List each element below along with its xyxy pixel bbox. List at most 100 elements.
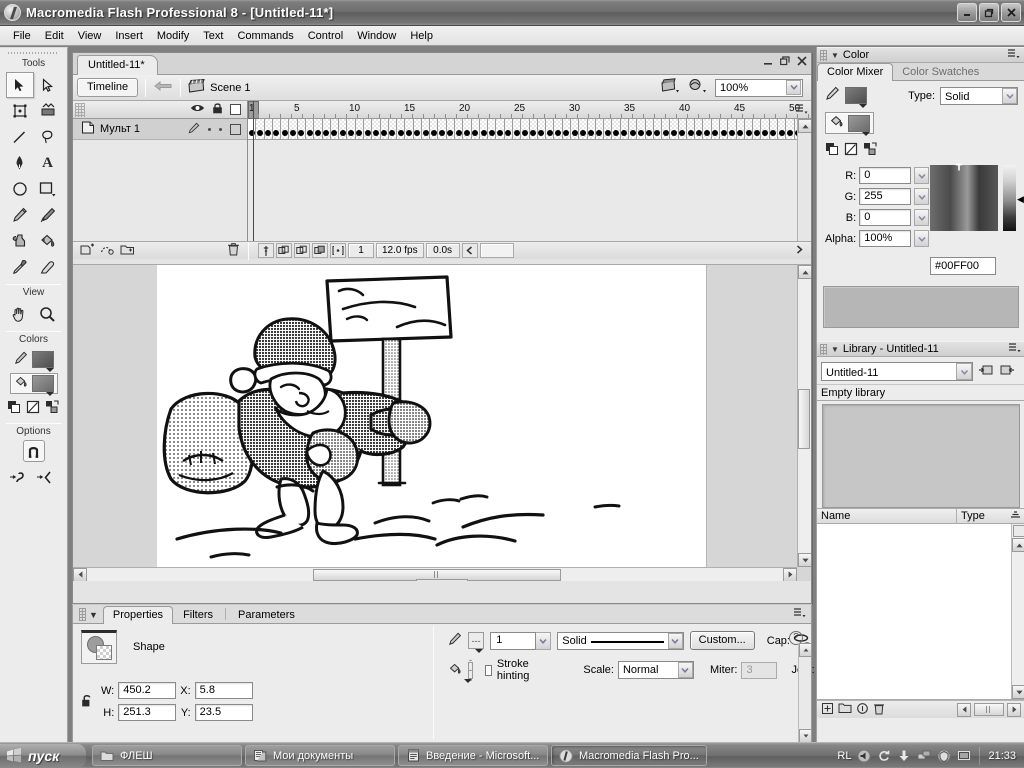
frame-cell[interactable] (363, 119, 373, 140)
frame-cell[interactable] (289, 119, 298, 140)
frame-cell[interactable] (281, 119, 290, 140)
scroll-left-icon[interactable] (73, 567, 87, 581)
frame-cell[interactable] (463, 119, 472, 140)
blue-input[interactable]: 0 (859, 209, 912, 226)
panel-menu-icon[interactable] (1007, 48, 1020, 62)
frame-cell[interactable] (670, 119, 679, 140)
frame-cell[interactable] (645, 119, 654, 140)
frame-cell[interactable] (736, 119, 745, 140)
frame-cell[interactable] (546, 119, 555, 140)
timeline-vertical-scrollbar[interactable] (797, 119, 811, 241)
stroke-width-input[interactable]: 1 (490, 631, 537, 650)
zoom-tool[interactable] (34, 301, 62, 327)
canvas-vscroll-thumb[interactable] (798, 389, 810, 449)
scale-select[interactable]: Normal (617, 661, 694, 679)
stage[interactable] (157, 265, 707, 567)
taskbar-item-macromedia-flash[interactable]: Macromedia Flash Pro... (551, 745, 707, 766)
stroke-style-select[interactable]: Solid (557, 631, 684, 650)
lock-icon[interactable] (212, 102, 223, 117)
frame-cell[interactable] (297, 119, 306, 140)
next-icon[interactable] (1007, 702, 1021, 717)
frame-cell[interactable] (761, 119, 770, 140)
frame-cell[interactable] (272, 119, 282, 140)
straighten-icon[interactable] (36, 470, 58, 488)
panel-menu-icon[interactable] (1008, 342, 1021, 356)
red-input[interactable]: 0 (859, 167, 912, 184)
chevron-down-icon[interactable] (677, 662, 693, 678)
frame-cell[interactable] (397, 119, 406, 140)
update-icon[interactable] (876, 748, 891, 763)
tab-color-swatches[interactable]: Color Swatches (893, 64, 988, 80)
eraser-tool[interactable] (34, 254, 62, 280)
frame-cell[interactable] (628, 119, 638, 140)
menu-window[interactable]: Window (350, 28, 403, 44)
chevron-down-icon[interactable] (536, 631, 552, 650)
frame-cell[interactable] (455, 119, 464, 140)
subselection-tool[interactable] (34, 72, 62, 98)
frame-cell[interactable] (686, 119, 696, 140)
swap-colors-icon[interactable] (45, 400, 60, 417)
layer-visible-dot[interactable] (208, 127, 211, 131)
brightness-strip[interactable] (1003, 165, 1016, 231)
frames-strip[interactable] (248, 119, 811, 140)
frame-cell[interactable] (744, 119, 754, 140)
custom-stroke-button[interactable]: Custom... (689, 631, 755, 650)
tab-parameters[interactable]: Parameters (228, 606, 305, 623)
frame-cell[interactable] (305, 119, 315, 140)
mixer-fill-control[interactable] (825, 112, 874, 136)
restore-icon[interactable] (780, 56, 790, 69)
frame-cell[interactable] (587, 119, 596, 140)
ink-bottle-tool[interactable] (6, 228, 34, 254)
frame-cell[interactable] (438, 119, 447, 140)
frame-cell[interactable] (347, 119, 356, 140)
y-input[interactable]: 23.5 (194, 704, 253, 721)
close-icon[interactable] (797, 56, 807, 69)
panel-grip[interactable] (820, 343, 827, 355)
menu-insert[interactable]: Insert (108, 28, 150, 44)
no-color-icon[interactable] (844, 142, 858, 159)
monitor-icon[interactable] (956, 748, 971, 763)
trash-icon[interactable] (227, 242, 240, 259)
frame-cell[interactable] (479, 119, 489, 140)
sort-order-icon[interactable] (1010, 510, 1024, 523)
snap-to-objects-icon[interactable] (22, 440, 45, 462)
restore-icon[interactable] (979, 3, 999, 22)
fill-color-chip[interactable]: --- (464, 655, 473, 685)
menu-view[interactable]: View (71, 28, 109, 44)
fill-transform-tool[interactable] (34, 98, 62, 124)
triangle-down-icon[interactable]: ▼ (831, 51, 839, 60)
insert-layer-icon[interactable] (80, 243, 95, 259)
panel-menu-icon[interactable] (795, 103, 809, 116)
eye-icon[interactable] (190, 103, 205, 116)
chevron-down-icon[interactable] (914, 230, 930, 247)
paint-bucket-tool[interactable] (34, 228, 62, 254)
network-icon[interactable] (916, 748, 931, 763)
taskbar-item-flesh[interactable]: ФЛЕШ (92, 745, 242, 766)
menu-edit[interactable]: Edit (38, 28, 71, 44)
brush-tool[interactable] (34, 202, 62, 228)
scene-indicator[interactable]: Scene 1 (188, 78, 251, 96)
properties-scrollbar[interactable] (798, 643, 812, 743)
frame-cell[interactable] (570, 119, 580, 140)
fps-field[interactable]: 12.0 fps (376, 243, 424, 258)
new-symbol-icon[interactable] (821, 702, 834, 718)
text-tool[interactable]: A (34, 150, 62, 176)
frame-cell[interactable] (653, 119, 663, 140)
eyedropper-tool[interactable] (6, 254, 34, 280)
onion-skin-icon[interactable] (276, 243, 292, 258)
tab-filters[interactable]: Filters (173, 606, 223, 623)
frame-cell[interactable] (380, 119, 389, 140)
scroll-down-icon[interactable] (799, 729, 812, 743)
frame-cell[interactable] (521, 119, 530, 140)
frame-cell[interactable] (604, 119, 613, 140)
insert-layer-folder-icon[interactable] (120, 243, 135, 259)
triangle-down-icon[interactable]: ▼ (89, 610, 98, 620)
library-list-scrollbar[interactable] (1011, 524, 1024, 699)
library-items-list[interactable] (817, 524, 1024, 700)
fill-type-select[interactable]: Solid (940, 87, 1018, 105)
frame-cell[interactable] (595, 119, 605, 140)
new-folder-icon[interactable] (838, 702, 852, 717)
onion-skin-outlines-icon[interactable] (294, 243, 310, 258)
frame-cell[interactable] (711, 119, 721, 140)
scroll-up-icon[interactable] (798, 265, 811, 279)
